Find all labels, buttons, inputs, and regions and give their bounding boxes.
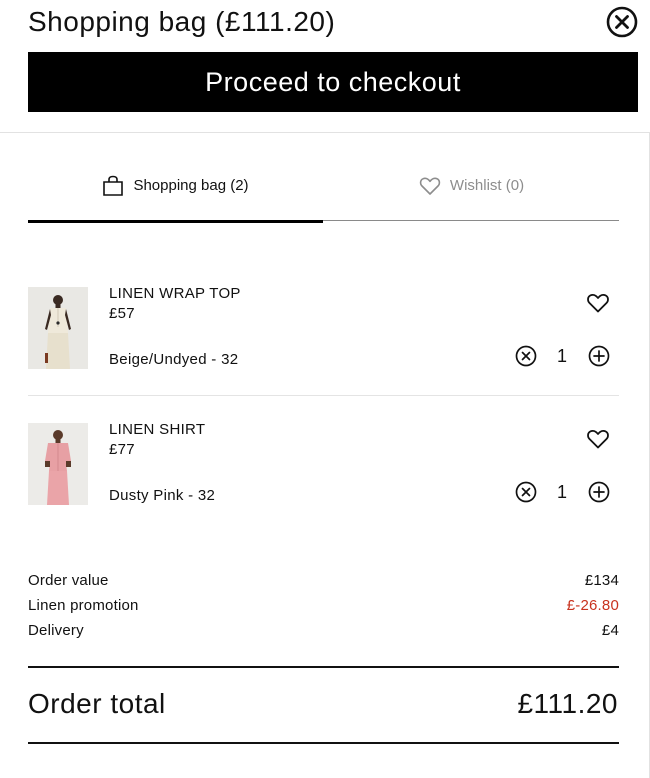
promotion-row: Linen promotion £-26.80 bbox=[28, 595, 619, 620]
summary-label: Order value bbox=[28, 572, 109, 589]
tab-wishlist-label: Wishlist (0) bbox=[449, 177, 525, 194]
total-divider bbox=[28, 742, 619, 744]
order-summary: Order value £134 Linen promotion £-26.80… bbox=[28, 570, 619, 645]
item-name[interactable]: LINEN SHIRT bbox=[109, 421, 205, 438]
order-total-label: Order total bbox=[28, 688, 166, 719]
item-divider bbox=[28, 395, 619, 396]
bag-panel: Shopping bag (2) Wishlist (0) LINEN WRAP… bbox=[0, 132, 650, 778]
tab-shopping-bag-label: Shopping bag (2) bbox=[133, 177, 249, 194]
bag-item: LINEN WRAP TOP £57 Beige/Undyed - 32 1 bbox=[28, 285, 619, 405]
heart-icon[interactable] bbox=[586, 427, 610, 451]
heart-icon[interactable] bbox=[586, 291, 610, 315]
summary-value: £4 bbox=[601, 622, 619, 639]
total-divider bbox=[28, 666, 619, 668]
summary-label: Linen promotion bbox=[28, 597, 139, 614]
increase-quantity-icon[interactable] bbox=[588, 345, 610, 367]
shopping-bag-icon bbox=[103, 175, 124, 196]
summary-value: £134 bbox=[584, 572, 619, 589]
increase-quantity-icon[interactable] bbox=[588, 481, 610, 503]
bag-header: Shopping bag (£111.20) Proceed to checko… bbox=[0, 0, 650, 132]
delivery-row: Delivery £4 bbox=[28, 620, 619, 645]
item-price: £57 bbox=[109, 305, 135, 322]
product-image[interactable] bbox=[28, 287, 88, 369]
tab-shopping-bag[interactable]: Shopping bag (2) bbox=[28, 171, 323, 223]
proceed-to-checkout-button[interactable]: Proceed to checkout bbox=[28, 52, 638, 112]
promotion-value: £-26.80 bbox=[566, 597, 619, 614]
order-value-row: Order value £134 bbox=[28, 570, 619, 595]
item-variant: Dusty Pink - 32 bbox=[109, 487, 216, 504]
item-variant: Beige/Undyed - 32 bbox=[109, 351, 239, 368]
tab-wishlist[interactable]: Wishlist (0) bbox=[324, 171, 619, 221]
close-icon[interactable] bbox=[606, 6, 638, 38]
decrease-quantity-icon[interactable] bbox=[515, 481, 537, 503]
product-image[interactable] bbox=[28, 423, 88, 505]
quantity-value: 1 bbox=[556, 346, 567, 366]
item-name[interactable]: LINEN WRAP TOP bbox=[109, 285, 241, 302]
bag-title: Shopping bag (£111.20) bbox=[28, 6, 336, 37]
decrease-quantity-icon[interactable] bbox=[515, 345, 537, 367]
quantity-value: 1 bbox=[556, 482, 567, 502]
item-price: £77 bbox=[109, 441, 135, 458]
summary-label: Delivery bbox=[28, 622, 84, 639]
heart-icon bbox=[419, 177, 441, 195]
bag-item: LINEN SHIRT £77 Dusty Pink - 32 1 bbox=[28, 421, 619, 541]
bag-tabs: Shopping bag (2) Wishlist (0) bbox=[28, 171, 619, 223]
order-total-value: £111.20 bbox=[517, 688, 618, 719]
